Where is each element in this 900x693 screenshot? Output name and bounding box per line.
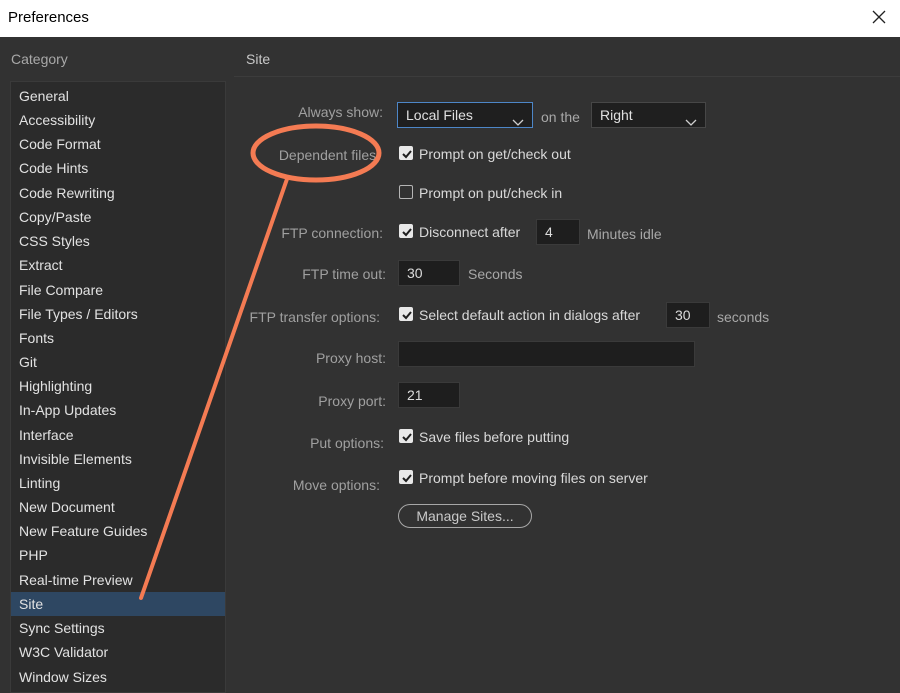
proxy-port-input[interactable]: 21 <box>398 382 460 408</box>
chevron-down-icon <box>512 110 524 126</box>
prompt-put-label: Prompt on put/check in <box>419 185 563 201</box>
category-item-copy-paste[interactable]: Copy/Paste <box>11 205 225 229</box>
proxy-port-label: Proxy port: <box>318 393 386 409</box>
save-before-checkbox[interactable] <box>399 429 413 443</box>
always-show-select[interactable]: Local Files <box>397 102 533 128</box>
panel-header: Site <box>246 51 271 67</box>
window-title: Preferences <box>8 9 89 26</box>
manage-sites-button[interactable]: Manage Sites... <box>398 504 532 528</box>
save-before-label: Save files before putting <box>419 429 570 445</box>
category-item-linting[interactable]: Linting <box>11 471 225 495</box>
category-item-site[interactable]: Site <box>11 592 225 616</box>
disconnect-minutes-input[interactable]: 4 <box>536 219 580 245</box>
category-item-code-hints[interactable]: Code Hints <box>11 156 225 180</box>
ftp-transfer-label: FTP transfer options: <box>249 309 380 325</box>
dependent-files-label: Dependent files: <box>278 147 380 163</box>
category-item-new-feature-guides[interactable]: New Feature Guides <box>11 519 225 543</box>
always-show-value: Local Files <box>406 107 473 123</box>
category-item-invisible-elements[interactable]: Invisible Elements <box>11 447 225 471</box>
proxy-host-input[interactable] <box>398 341 695 367</box>
prompt-get-checkbox[interactable] <box>399 146 413 160</box>
prompt-moving-checkbox[interactable] <box>399 470 413 484</box>
category-item-in-app-updates[interactable]: In-App Updates <box>11 398 225 422</box>
category-item-css-styles[interactable]: CSS Styles <box>11 229 225 253</box>
always-show-label: Always show: <box>298 104 383 120</box>
select-default-checkbox[interactable] <box>399 307 413 321</box>
close-icon[interactable] <box>866 6 892 30</box>
move-options-label: Move options: <box>292 477 380 493</box>
category-item-general[interactable]: General <box>11 84 225 108</box>
on-the-label: on the <box>541 109 580 125</box>
category-item-fonts[interactable]: Fonts <box>11 326 225 350</box>
chevron-down-icon <box>685 110 697 126</box>
put-options-label: Put options: <box>310 435 384 451</box>
category-item-extract[interactable]: Extract <box>11 253 225 277</box>
disconnect-checkbox[interactable] <box>399 224 413 238</box>
category-item-real-time-preview[interactable]: Real-time Preview <box>11 568 225 592</box>
transfer-seconds-label: seconds <box>717 309 770 325</box>
category-item-highlighting[interactable]: Highlighting <box>11 374 225 398</box>
preferences-window: Category Site General Accessibility Code… <box>0 37 900 693</box>
category-item-code-rewriting[interactable]: Code Rewriting <box>11 181 225 205</box>
ftp-connection-label: FTP connection: <box>281 225 383 241</box>
prompt-put-checkbox[interactable] <box>399 185 413 199</box>
category-item-w3c-validator[interactable]: W3C Validator <box>11 640 225 664</box>
header-divider <box>234 76 900 77</box>
ftp-timeout-input[interactable]: 30 <box>398 260 460 286</box>
minutes-idle-label: Minutes idle <box>587 226 662 242</box>
ftp-timeout-label: FTP time out: <box>302 266 386 282</box>
category-item-interface[interactable]: Interface <box>11 423 225 447</box>
category-item-code-format[interactable]: Code Format <box>11 132 225 156</box>
category-header: Category <box>11 51 68 67</box>
category-item-sync-settings[interactable]: Sync Settings <box>11 616 225 640</box>
category-item-file-compare[interactable]: File Compare <box>11 278 225 302</box>
proxy-host-label: Proxy host: <box>315 350 386 366</box>
seconds-label: Seconds <box>468 266 523 282</box>
category-item-git[interactable]: Git <box>11 350 225 374</box>
category-item-php[interactable]: PHP <box>11 543 225 567</box>
category-item-new-document[interactable]: New Document <box>11 495 225 519</box>
select-default-label: Select default action in dialogs after <box>419 307 641 323</box>
prompt-moving-label: Prompt before moving files on server <box>419 470 648 486</box>
category-item-accessibility[interactable]: Accessibility <box>11 108 225 132</box>
category-item-file-types-editors[interactable]: File Types / Editors <box>11 302 225 326</box>
side-value: Right <box>600 107 633 123</box>
transfer-seconds-input[interactable]: 30 <box>666 302 710 328</box>
title-bar: Preferences <box>0 0 900 37</box>
category-item-window-sizes[interactable]: Window Sizes <box>11 665 225 689</box>
prompt-get-label: Prompt on get/check out <box>419 146 571 162</box>
category-list[interactable]: General Accessibility Code Format Code H… <box>10 81 226 693</box>
disconnect-after-label: Disconnect after <box>419 224 521 240</box>
side-select[interactable]: Right <box>591 102 706 128</box>
